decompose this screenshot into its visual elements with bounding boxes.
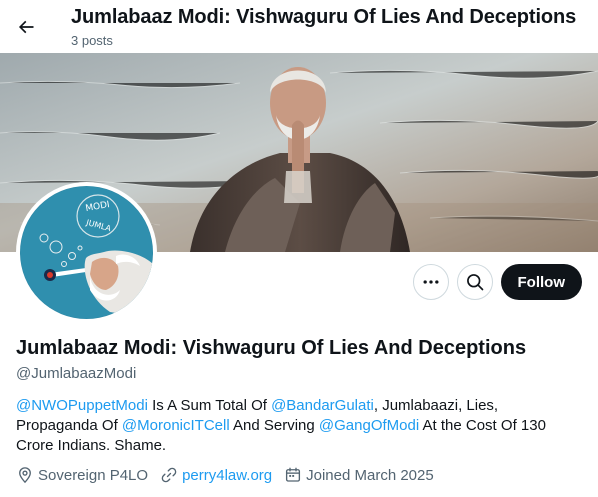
profile-location: Sovereign P4LO [16, 466, 148, 484]
profile-meta: Sovereign P4LO perry4law.org Joined Marc… [16, 466, 446, 484]
bio-text: And Serving [229, 417, 319, 434]
profile-location-text: Sovereign P4LO [38, 466, 149, 484]
bio-text: Is A Sum Total Of [147, 397, 272, 414]
arrow-left-icon [18, 20, 34, 34]
profile-website[interactable]: perry4law.org [160, 466, 272, 484]
link-icon [161, 467, 177, 483]
post-count: 3 posts [71, 33, 113, 48]
profile-joined-text: Joined March 2025 [306, 466, 434, 484]
back-button[interactable] [8, 9, 44, 45]
calendar-icon [286, 467, 301, 482]
profile-display-name: Jumlabaaz Modi: Vishwaguru Of Lies And D… [16, 337, 527, 359]
bio-mention-moronicitcell[interactable]: @MoronicITCell [122, 417, 230, 434]
follow-button[interactable]: Follow [500, 264, 582, 300]
more-options-button[interactable] [412, 264, 449, 300]
profile-website-link[interactable]: perry4law.org [182, 467, 272, 484]
search-profile-button[interactable] [456, 264, 493, 300]
header-title: Jumlabaaz Modi: Vishwaguru Of Lies And D… [71, 6, 577, 28]
ellipsis-icon [423, 280, 438, 284]
profile-avatar[interactable]: MODI JUMLA [16, 182, 157, 323]
bio-mention-nwopuppetmodi[interactable]: @NWOPuppetModi [16, 397, 148, 414]
bio-mention-gangofmodi[interactable]: @GangOfModi [319, 417, 419, 434]
location-pin-icon [19, 467, 31, 484]
search-icon [466, 274, 483, 291]
profile-handle: @JumlabaazModi [16, 365, 137, 382]
profile-joined: Joined March 2025 [284, 466, 434, 484]
profile-actions: Follow [412, 264, 582, 300]
profile-bio: @NWOPuppetModi Is A Sum Total Of @Bandar… [16, 396, 582, 456]
bio-mention-bandargulati[interactable]: @BandarGulati [271, 397, 374, 414]
top-bar: Jumlabaaz Modi: Vishwaguru Of Lies And D… [0, 0, 598, 53]
